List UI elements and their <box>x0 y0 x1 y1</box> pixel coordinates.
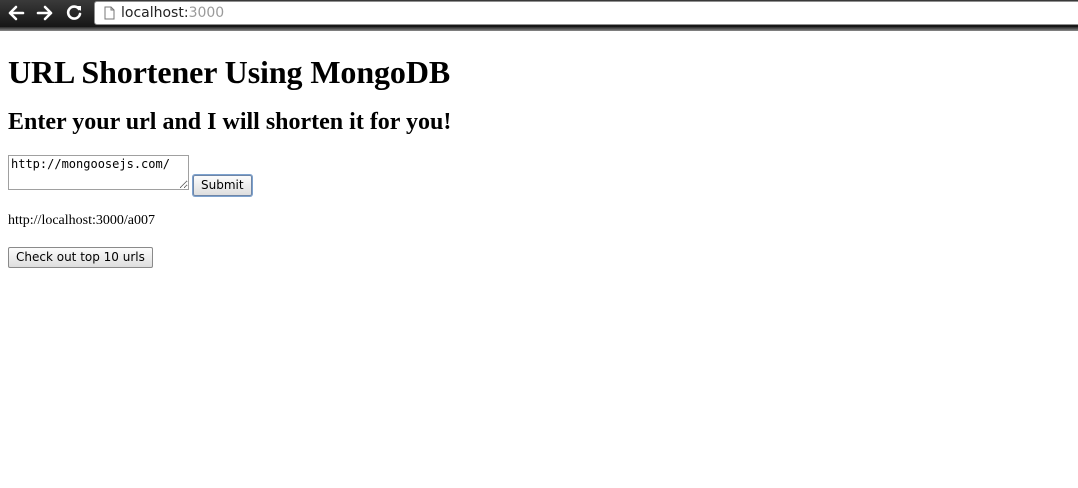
back-button[interactable] <box>4 3 28 23</box>
url-host: localhost: <box>121 5 189 21</box>
page-subtitle: Enter your url and I will shorten it for… <box>8 109 452 135</box>
top10-row: Check out top 10 urls <box>8 247 1070 268</box>
forward-arrow-icon <box>36 5 53 21</box>
address-url: localhost:3000 <box>121 5 224 21</box>
back-arrow-icon <box>8 5 25 21</box>
page-title: URL Shortener Using MongoDB <box>8 54 451 90</box>
forward-button[interactable] <box>33 3 57 23</box>
top-10-urls-button[interactable]: Check out top 10 urls <box>8 247 153 268</box>
reload-icon <box>66 5 82 20</box>
browser-toolbar: localhost:3000 <box>0 0 1078 27</box>
shortened-url: http://localhost:3000/a007 <box>8 213 155 228</box>
reload-button[interactable] <box>62 3 86 23</box>
page-content: URL Shortener Using MongoDB Enter your u… <box>8 31 1070 268</box>
address-bar[interactable]: localhost:3000 <box>94 1 1078 25</box>
url-port: 3000 <box>188 5 225 21</box>
shorten-form: http://mongoosejs.com/ Submit <box>8 155 1070 196</box>
submit-button[interactable]: Submit <box>193 175 252 196</box>
url-input[interactable]: http://mongoosejs.com/ <box>8 155 189 190</box>
page-icon <box>104 6 115 20</box>
